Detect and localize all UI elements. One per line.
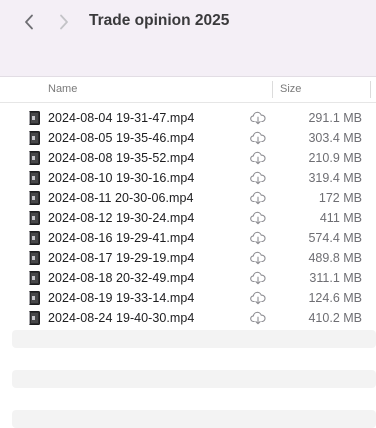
file-name: 2024-08-17 19-29-19.mp4: [48, 251, 195, 265]
icloud-download-icon[interactable]: [250, 251, 266, 265]
file-row[interactable]: 2024-08-17 19-29-19.mp4 489.8 MB: [0, 248, 376, 268]
file-row[interactable]: 2024-08-24 19-40-30.mp4 410.2 MB: [0, 308, 376, 328]
icloud-download-icon[interactable]: [250, 231, 266, 245]
video-file-icon: [29, 211, 40, 225]
file-size: 210.9 MB: [308, 151, 362, 165]
icloud-download-icon[interactable]: [250, 271, 266, 285]
file-row[interactable]: 2024-08-08 19-35-52.mp4 210.9 MB: [0, 148, 376, 168]
file-name: 2024-08-16 19-29-41.mp4: [48, 231, 195, 245]
file-size: 311.1 MB: [309, 271, 362, 285]
video-file-icon: [29, 291, 40, 305]
chevron-left-icon: [25, 14, 33, 30]
file-name: 2024-08-04 19-31-47.mp4: [48, 111, 195, 125]
column-divider[interactable]: [370, 81, 371, 98]
file-row[interactable]: 2024-08-04 19-31-47.mp4 291.1 MB: [0, 108, 376, 128]
file-name: 2024-08-19 19-33-14.mp4: [48, 291, 195, 305]
icloud-download-icon[interactable]: [250, 291, 266, 305]
file-name: 2024-08-10 19-30-16.mp4: [48, 171, 195, 185]
video-file-icon: [29, 171, 40, 185]
file-size: 291.1 MB: [308, 111, 362, 125]
icloud-download-icon[interactable]: [250, 211, 266, 225]
file-size: 410.2 MB: [308, 311, 362, 325]
video-file-icon: [29, 271, 40, 285]
file-row[interactable]: 2024-08-10 19-30-16.mp4 319.4 MB: [0, 168, 376, 188]
forward-button[interactable]: [53, 11, 75, 33]
video-file-icon: [29, 131, 40, 145]
empty-row: [12, 330, 376, 348]
video-file-icon: [29, 111, 40, 125]
column-divider[interactable]: [272, 81, 273, 98]
file-row[interactable]: 2024-08-19 19-33-14.mp4 124.6 MB: [0, 288, 376, 308]
icloud-download-icon[interactable]: [250, 151, 266, 165]
icloud-download-icon[interactable]: [250, 311, 266, 325]
toolbar: Trade opinion 2025: [0, 0, 376, 77]
file-name: 2024-08-24 19-40-30.mp4: [48, 311, 195, 325]
file-row[interactable]: 2024-08-12 19-30-24.mp4 411 MB: [0, 208, 376, 228]
file-row[interactable]: 2024-08-16 19-29-41.mp4 574.4 MB: [0, 228, 376, 248]
video-file-icon: [29, 251, 40, 265]
file-size: 411 MB: [319, 211, 362, 225]
video-file-icon: [29, 311, 40, 325]
empty-row: [12, 410, 376, 428]
video-file-icon: [29, 191, 40, 205]
window-title: Trade opinion 2025: [89, 12, 230, 29]
file-row[interactable]: 2024-08-05 19-35-46.mp4 303.4 MB: [0, 128, 376, 148]
size-column-header[interactable]: Size: [280, 83, 301, 95]
icloud-download-icon[interactable]: [250, 191, 266, 205]
video-file-icon: [29, 231, 40, 245]
file-name: 2024-08-12 19-30-24.mp4: [48, 211, 195, 225]
file-row[interactable]: 2024-08-18 20-32-49.mp4 311.1 MB: [0, 268, 376, 288]
file-size: 319.4 MB: [308, 171, 362, 185]
file-size: 172 MB: [318, 191, 362, 205]
column-header-row: Name Size: [0, 77, 376, 103]
empty-row: [12, 370, 376, 388]
file-row[interactable]: 2024-08-11 20-30-06.mp4 172 MB: [0, 188, 376, 208]
file-name: 2024-08-08 19-35-52.mp4: [48, 151, 195, 165]
file-name: 2024-08-11 20-30-06.mp4: [48, 191, 194, 205]
file-name: 2024-08-05 19-35-46.mp4: [48, 131, 195, 145]
icloud-download-icon[interactable]: [250, 171, 266, 185]
icloud-download-icon[interactable]: [250, 131, 266, 145]
icloud-download-icon[interactable]: [250, 111, 266, 125]
file-list: 2024-08-04 19-31-47.mp4 291.1 MB 2024-08-0…: [0, 108, 376, 328]
back-button[interactable]: [18, 11, 40, 33]
file-size: 489.8 MB: [308, 251, 362, 265]
video-file-icon: [29, 151, 40, 165]
file-size: 124.6 MB: [308, 291, 362, 305]
file-size: 303.4 MB: [308, 131, 362, 145]
name-column-header[interactable]: Name: [48, 83, 77, 95]
file-name: 2024-08-18 20-32-49.mp4: [48, 271, 195, 285]
file-size: 574.4 MB: [308, 231, 362, 245]
chevron-right-icon: [60, 14, 68, 30]
